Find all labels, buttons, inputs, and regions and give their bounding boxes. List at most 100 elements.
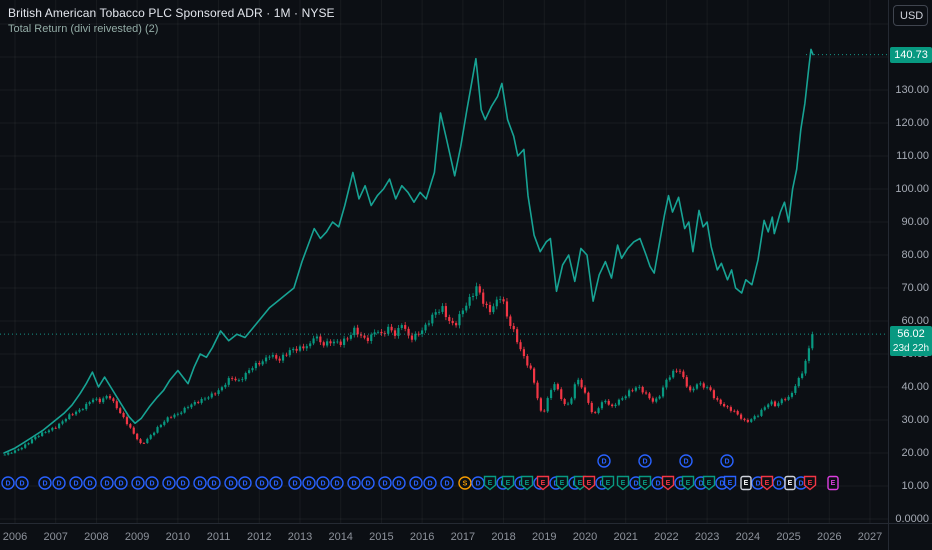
time-axis-label: 2022 [654, 531, 679, 543]
dividend-marker[interactable]: D [207, 476, 221, 490]
dividend-marker[interactable]: D [378, 476, 392, 490]
price-axis-label: 10.00 [901, 480, 929, 492]
dividend-marker[interactable]: D [176, 476, 190, 490]
svg-text:E: E [541, 480, 546, 487]
dividend-marker[interactable]: D [288, 476, 302, 490]
price-chart-pane[interactable]: DDDDDDDDDDDDDDDDDDDDDDDDDDDDDSDDDDDDDDDD… [0, 0, 888, 523]
earnings-marker[interactable]: E [661, 475, 675, 491]
svg-text:D: D [306, 481, 311, 488]
svg-text:E: E [788, 480, 793, 487]
dividend-marker[interactable]: D [1, 476, 15, 490]
price-axis-label: 120.00 [895, 117, 929, 129]
time-axis-label: 2025 [776, 531, 801, 543]
time-axis[interactable]: 2006 2007 2008 2009 2010 2011 2012 2013 2014 2015… [0, 523, 888, 550]
svg-text:D: D [655, 481, 660, 488]
dividend-marker[interactable]: D [269, 476, 283, 490]
dividend-marker[interactable]: D [145, 476, 159, 490]
earnings-marker[interactable]: E [784, 475, 796, 491]
svg-text:D: D [135, 481, 140, 488]
event-markers[interactable]: DDDDDDDDDDDDDDDDDDDDDDDDDDDDDSDDDDDDDDDD… [1, 454, 839, 491]
dividend-marker[interactable]: D [255, 476, 269, 490]
dividend-marker[interactable]: D [302, 476, 316, 490]
dividend-marker[interactable]: D [162, 476, 176, 490]
dividend-marker[interactable]: D [638, 454, 652, 468]
time-axis-label: 2014 [328, 531, 353, 543]
dividend-marker[interactable]: D [83, 476, 97, 490]
svg-text:D: D [698, 481, 703, 488]
dividend-marker[interactable]: D [52, 476, 66, 490]
time-axis-label: 2009 [124, 531, 150, 543]
bar-countdown: 23d 22h [892, 343, 930, 355]
last-price-badge: 56.02 23d 22h [890, 326, 932, 357]
dividend-marker[interactable]: D [15, 476, 29, 490]
svg-text:D: D [382, 481, 387, 488]
dividend-marker[interactable]: D [720, 454, 734, 468]
svg-text:D: D [444, 481, 449, 488]
svg-text:E: E [686, 480, 691, 487]
earnings-marker[interactable]: E [803, 475, 817, 491]
earnings-marker[interactable]: E [616, 475, 630, 491]
dividend-marker[interactable]: D [193, 476, 207, 490]
dividend-marker[interactable]: D [100, 476, 114, 490]
dividend-marker[interactable]: D [440, 476, 454, 490]
price-axis-label: 70.00 [901, 282, 929, 294]
dividend-marker[interactable]: D [679, 454, 693, 468]
dividend-marker[interactable]: D [330, 476, 344, 490]
earnings-marker[interactable]: E [827, 475, 839, 491]
dividend-marker[interactable]: D [316, 476, 330, 490]
svg-text:D: D [166, 481, 171, 488]
svg-text:D: D [320, 481, 325, 488]
price-axis-label: 80.00 [901, 249, 929, 261]
time-axis-label: 2023 [694, 531, 720, 543]
svg-text:E: E [728, 480, 733, 487]
dividend-marker[interactable]: D [238, 476, 252, 490]
svg-text:D: D [798, 481, 803, 488]
dividend-marker[interactable]: D [38, 476, 52, 490]
svg-text:D: D [149, 481, 154, 488]
svg-text:D: D [776, 481, 781, 488]
svg-text:E: E [606, 480, 611, 487]
earnings-marker[interactable]: E [638, 475, 652, 491]
dividend-marker[interactable]: D [423, 476, 437, 490]
dividend-marker[interactable]: D [114, 476, 128, 490]
dividend-marker[interactable]: D [69, 476, 83, 490]
svg-text:D: D [73, 481, 78, 488]
time-axis-label: 2012 [247, 531, 272, 543]
earnings-marker[interactable]: E [760, 475, 774, 491]
earnings-marker[interactable]: E [740, 475, 752, 491]
svg-text:E: E [643, 480, 648, 487]
svg-text:D: D [601, 459, 606, 466]
svg-text:E: E [587, 480, 592, 487]
svg-text:D: D [197, 481, 202, 488]
dividend-marker[interactable]: D [347, 476, 361, 490]
dividend-marker[interactable]: D [409, 476, 423, 490]
svg-text:E: E [831, 480, 836, 487]
candlestick-series[interactable] [3, 282, 814, 456]
split-marker[interactable]: S [458, 476, 472, 490]
svg-text:D: D [351, 481, 356, 488]
dividend-marker[interactable]: D [772, 476, 786, 490]
svg-text:D: D [365, 481, 370, 488]
price-axis-label: 30.00 [901, 414, 929, 426]
dividend-marker[interactable]: D [597, 454, 611, 468]
svg-text:D: D [211, 481, 216, 488]
time-axis-label: 2008 [84, 531, 109, 543]
time-axis-label: 2026 [817, 531, 842, 543]
time-axis-label: 2027 [857, 531, 883, 543]
svg-text:E: E [744, 480, 749, 487]
time-axis-label: 2010 [165, 531, 191, 543]
svg-text:D: D [242, 481, 247, 488]
dividend-marker[interactable]: D [224, 476, 238, 490]
currency-toggle-button[interactable]: USD [893, 5, 928, 26]
svg-text:D: D [292, 481, 297, 488]
dividend-marker[interactable]: D [392, 476, 406, 490]
price-axis-label: 20.00 [901, 447, 929, 459]
dividend-marker[interactable]: D [471, 476, 485, 490]
price-axis[interactable]: USD 130.00 120.00 110.00 100.00 90.00 80.00 70… [888, 0, 932, 525]
dividend-marker[interactable]: D [131, 476, 145, 490]
svg-text:E: E [621, 480, 626, 487]
total-return-line-series[interactable] [3, 48, 814, 454]
earnings-marker[interactable]: E [483, 475, 497, 491]
svg-text:D: D [683, 459, 688, 466]
dividend-marker[interactable]: D [361, 476, 375, 490]
